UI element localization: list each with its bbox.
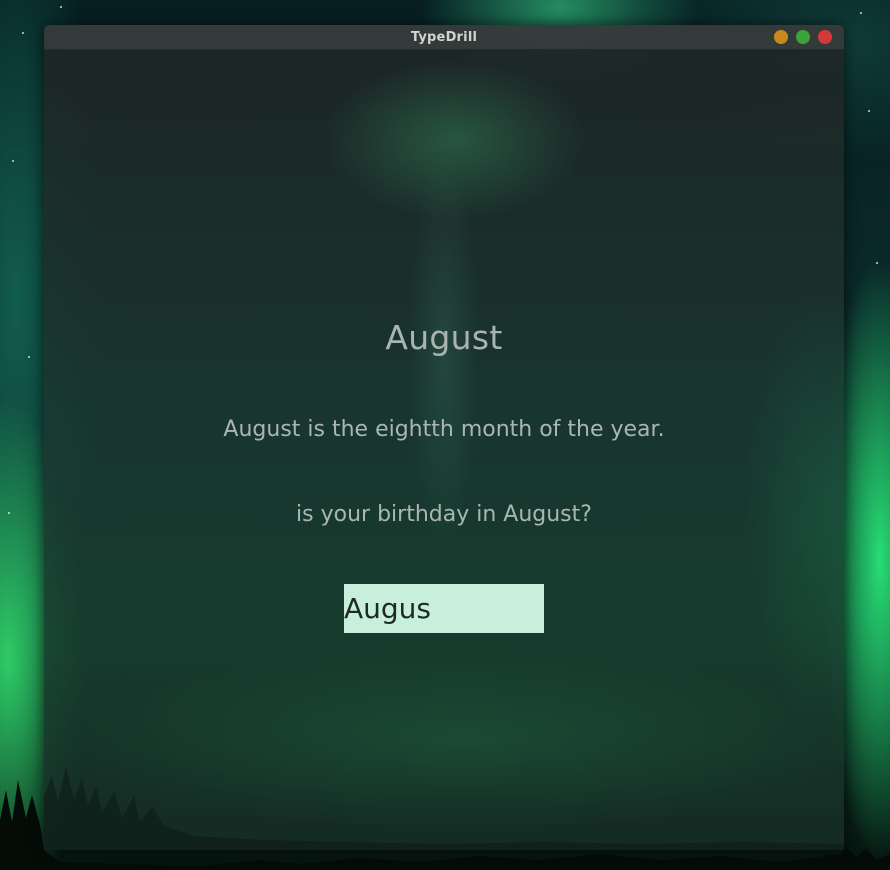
title-bar[interactable]: TypeDrill: [44, 25, 844, 50]
window-title: TypeDrill: [410, 29, 478, 45]
star: [12, 160, 14, 162]
desktop-background: TypeDrill August August is the eightth m…: [0, 0, 890, 870]
typing-input[interactable]: [344, 584, 544, 633]
star: [876, 262, 878, 264]
app-window: TypeDrill August August is the eightth m…: [44, 25, 844, 850]
minimize-button[interactable]: [774, 30, 788, 44]
window-controls: [774, 30, 832, 44]
star: [28, 356, 30, 358]
star: [8, 512, 10, 514]
prompt-sentence: is your birthday in August?: [296, 502, 592, 527]
maximize-button[interactable]: [796, 30, 810, 44]
star: [860, 12, 862, 14]
star: [868, 110, 870, 112]
close-button[interactable]: [818, 30, 832, 44]
drill-panel: August August is the eightth month of th…: [44, 50, 844, 850]
star: [22, 32, 24, 34]
example-sentence: August is the eightth month of the year.: [223, 417, 665, 442]
star: [60, 6, 62, 8]
target-word: August: [385, 318, 503, 357]
treeline-silhouette: [44, 766, 844, 850]
